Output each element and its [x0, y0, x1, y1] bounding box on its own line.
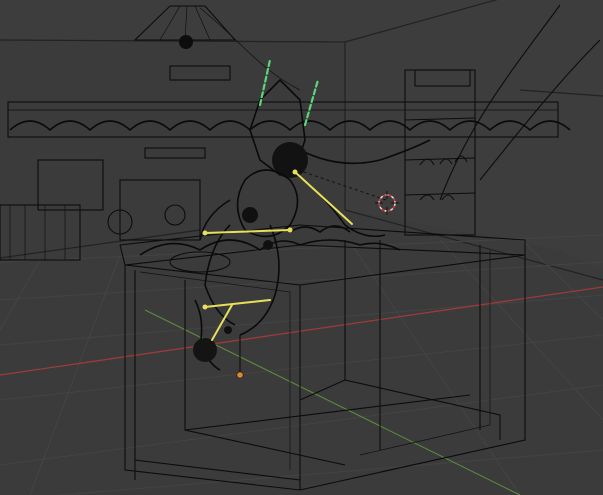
3d-viewport[interactable]	[0, 0, 603, 495]
x-axis-line	[0, 286, 603, 376]
bone-hip[interactable]	[204, 299, 271, 308]
left-furniture[interactable]	[0, 159, 201, 261]
bone-shin[interactable]	[211, 304, 233, 341]
object-origin-icon[interactable]	[236, 371, 244, 379]
bone-upper-arm[interactable]	[294, 171, 353, 225]
viewport-canvas[interactable]	[0, 0, 603, 495]
armature-bones-selected[interactable]	[202, 169, 353, 341]
armature-bones-green[interactable]	[258, 58, 320, 127]
table-wireframe[interactable]	[119, 224, 526, 491]
